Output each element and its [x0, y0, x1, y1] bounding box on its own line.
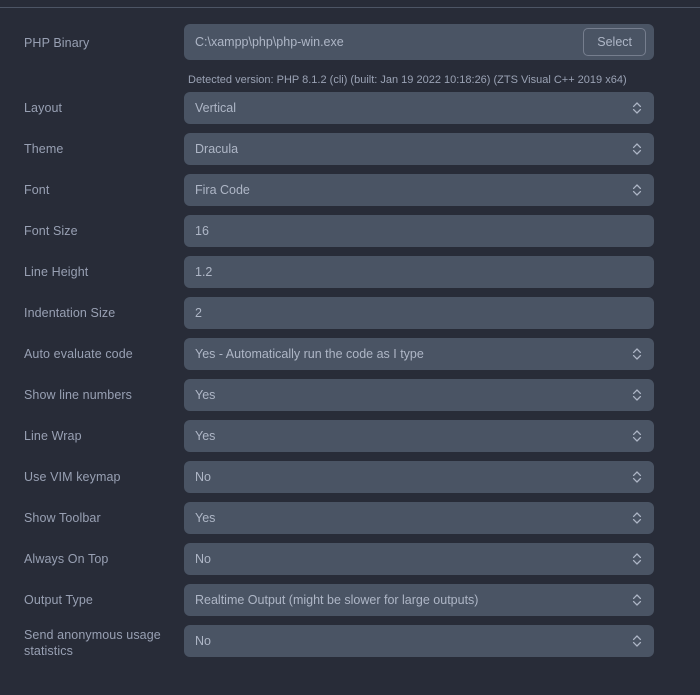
value-send-anonymous-usage-statistics: No	[195, 634, 211, 648]
chevron-up-down-icon[interactable]	[628, 141, 646, 157]
control-use-vim-keymap: No	[184, 461, 654, 493]
form-row-line-wrap: Line Wrap Yes	[0, 420, 700, 452]
control-line-wrap: Yes	[184, 420, 654, 452]
label-layout: Layout	[24, 101, 63, 115]
label-font-size: Font Size	[24, 224, 78, 238]
control-theme: Dracula	[184, 133, 654, 165]
label-show-toolbar: Show Toolbar	[24, 511, 101, 525]
settings-panel: PHP Binary C:\xampp\php\php-win.exe Sele…	[0, 0, 700, 695]
form-row-output-type: Output Type Realtime Output (might be slo…	[0, 584, 700, 616]
input-indentation-size[interactable]: 2	[184, 297, 654, 329]
select-button[interactable]: Select	[583, 28, 646, 56]
control-font-size: 16	[184, 215, 654, 247]
form-row-font-size: Font Size 16	[0, 215, 700, 247]
control-indentation-size: 2	[184, 297, 654, 329]
detected-version-text: Detected version: PHP 8.1.2 (cli) (built…	[188, 74, 627, 86]
select-use-vim-keymap[interactable]: No	[184, 461, 654, 493]
control-layout: Vertical	[184, 92, 654, 124]
control-output-type: Realtime Output (might be slower for lar…	[184, 584, 654, 616]
value-use-vim-keymap: No	[195, 470, 211, 484]
select-theme[interactable]: Dracula	[184, 133, 654, 165]
control-send-anonymous-usage-statistics: No	[184, 625, 654, 657]
chevron-up-down-icon[interactable]	[628, 182, 646, 198]
value-always-on-top: No	[195, 552, 211, 566]
label-indentation-size: Indentation Size	[24, 306, 116, 320]
label-theme: Theme	[24, 142, 64, 156]
form-row-php-binary: PHP Binary C:\xampp\php\php-win.exe Sele…	[0, 24, 700, 60]
select-show-line-numbers[interactable]: Yes	[184, 379, 654, 411]
label-line-height: Line Height	[24, 265, 89, 279]
form-row-theme: Theme Dracula	[0, 133, 700, 165]
form-row-show-line-numbers: Show line numbers Yes	[0, 379, 700, 411]
select-font[interactable]: Fira Code	[184, 174, 654, 206]
select-send-anonymous-usage-statistics[interactable]: No	[184, 625, 654, 657]
input-line-height[interactable]: 1.2	[184, 256, 654, 288]
form-row-detected-version: Detected version: PHP 8.1.2 (cli) (built…	[0, 66, 700, 87]
value-line-wrap: Yes	[195, 429, 216, 443]
form-row-auto-evaluate-code: Auto evaluate code Yes - Automatically ru…	[0, 338, 700, 370]
control-detected-version: Detected version: PHP 8.1.2 (cli) (built…	[184, 66, 654, 87]
select-output-type[interactable]: Realtime Output (might be slower for lar…	[184, 584, 654, 616]
chevron-up-down-icon[interactable]	[628, 387, 646, 403]
control-show-line-numbers: Yes	[184, 379, 654, 411]
php-binary-value: C:\xampp\php\php-win.exe	[195, 35, 344, 49]
control-show-toolbar: Yes	[184, 502, 654, 534]
control-line-height: 1.2	[184, 256, 654, 288]
label-send-anonymous-usage-statistics: Send anonymous usage statistics	[24, 628, 161, 658]
select-auto-evaluate-code[interactable]: Yes - Automatically run the code as I ty…	[184, 338, 654, 370]
select-line-wrap[interactable]: Yes	[184, 420, 654, 452]
value-layout: Vertical	[195, 101, 236, 115]
value-line-height: 1.2	[195, 265, 213, 279]
value-font: Fira Code	[195, 183, 250, 197]
form-row-send-anonymous-usage-statistics: Send anonymous usage statistics No	[0, 625, 700, 659]
control-font: Fira Code	[184, 174, 654, 206]
chevron-up-down-icon[interactable]	[628, 428, 646, 444]
select-layout[interactable]: Vertical	[184, 92, 654, 124]
value-indentation-size: 2	[195, 306, 202, 320]
label-always-on-top: Always On Top	[24, 552, 109, 566]
label-php-binary: PHP Binary	[24, 36, 90, 50]
label-line-wrap: Line Wrap	[24, 429, 82, 443]
chevron-up-down-icon[interactable]	[628, 592, 646, 608]
chevron-up-down-icon[interactable]	[628, 100, 646, 116]
control-always-on-top: No	[184, 543, 654, 575]
control-php-binary: C:\xampp\php\php-win.exe Select	[184, 24, 654, 60]
form-row-font: Font Fira Code	[0, 174, 700, 206]
settings-form: PHP Binary C:\xampp\php\php-win.exe Sele…	[0, 8, 700, 668]
value-auto-evaluate-code: Yes - Automatically run the code as I ty…	[195, 347, 424, 361]
control-auto-evaluate-code: Yes - Automatically run the code as I ty…	[184, 338, 654, 370]
chevron-up-down-icon[interactable]	[628, 510, 646, 526]
label-auto-evaluate-code: Auto evaluate code	[24, 347, 133, 361]
chevron-up-down-icon[interactable]	[628, 551, 646, 567]
chevron-up-down-icon[interactable]	[628, 633, 646, 649]
value-show-line-numbers: Yes	[195, 388, 216, 402]
php-binary-input[interactable]: C:\xampp\php\php-win.exe Select	[184, 24, 654, 60]
select-show-toolbar[interactable]: Yes	[184, 502, 654, 534]
chevron-up-down-icon[interactable]	[628, 346, 646, 362]
label-font: Font	[24, 183, 50, 197]
label-output-type: Output Type	[24, 593, 93, 607]
label-show-line-numbers: Show line numbers	[24, 388, 133, 402]
form-row-line-height: Line Height 1.2	[0, 256, 700, 288]
settings-rows: Layout Vertical Theme Dracula Font Fira Code F…	[0, 92, 700, 659]
value-output-type: Realtime Output (might be slower for lar…	[195, 593, 479, 607]
form-row-layout: Layout Vertical	[0, 92, 700, 124]
form-row-show-toolbar: Show Toolbar Yes	[0, 502, 700, 534]
input-font-size[interactable]: 16	[184, 215, 654, 247]
value-font-size: 16	[195, 224, 209, 238]
select-always-on-top[interactable]: No	[184, 543, 654, 575]
value-theme: Dracula	[195, 142, 239, 156]
label-use-vim-keymap: Use VIM keymap	[24, 470, 121, 484]
form-row-indentation-size: Indentation Size 2	[0, 297, 700, 329]
value-show-toolbar: Yes	[195, 511, 216, 525]
form-row-use-vim-keymap: Use VIM keymap No	[0, 461, 700, 493]
chevron-up-down-icon[interactable]	[628, 469, 646, 485]
form-row-always-on-top: Always On Top No	[0, 543, 700, 575]
